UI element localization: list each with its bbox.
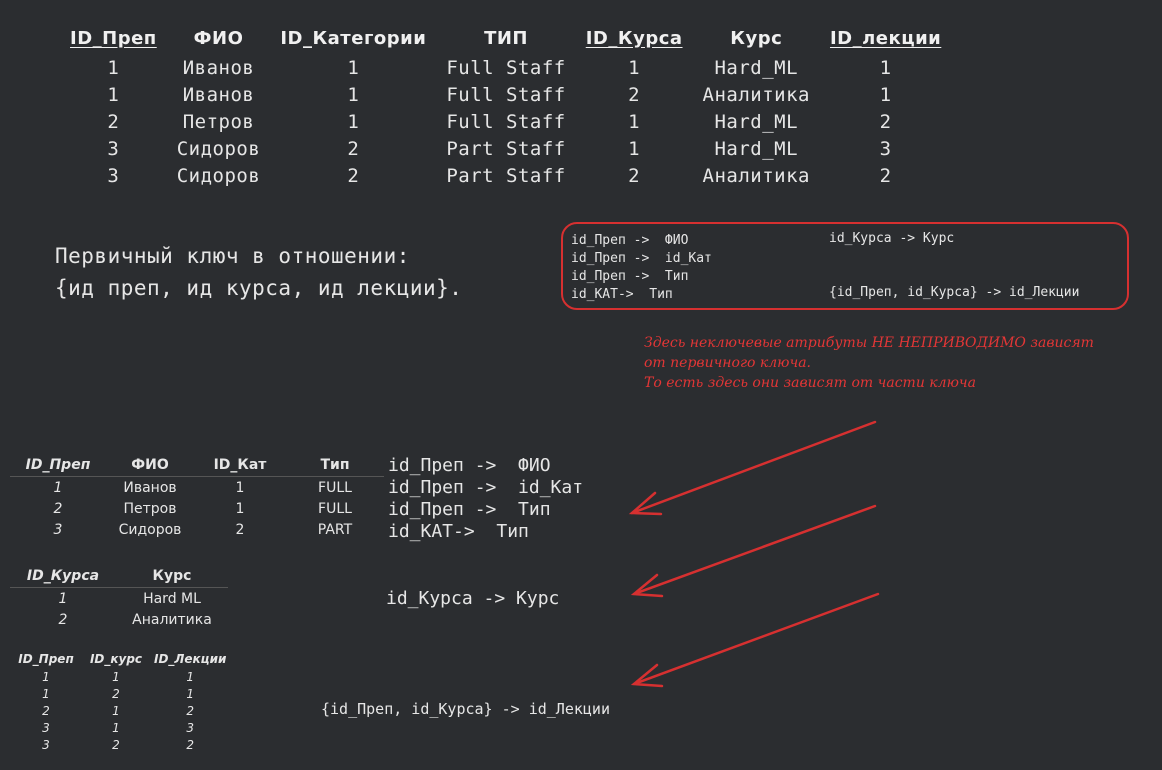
- arrow-icon: [630, 504, 877, 598]
- annotation-arrows: [628, 420, 880, 688]
- arrow-icon: [630, 592, 880, 688]
- arrow-icon: [628, 420, 877, 516]
